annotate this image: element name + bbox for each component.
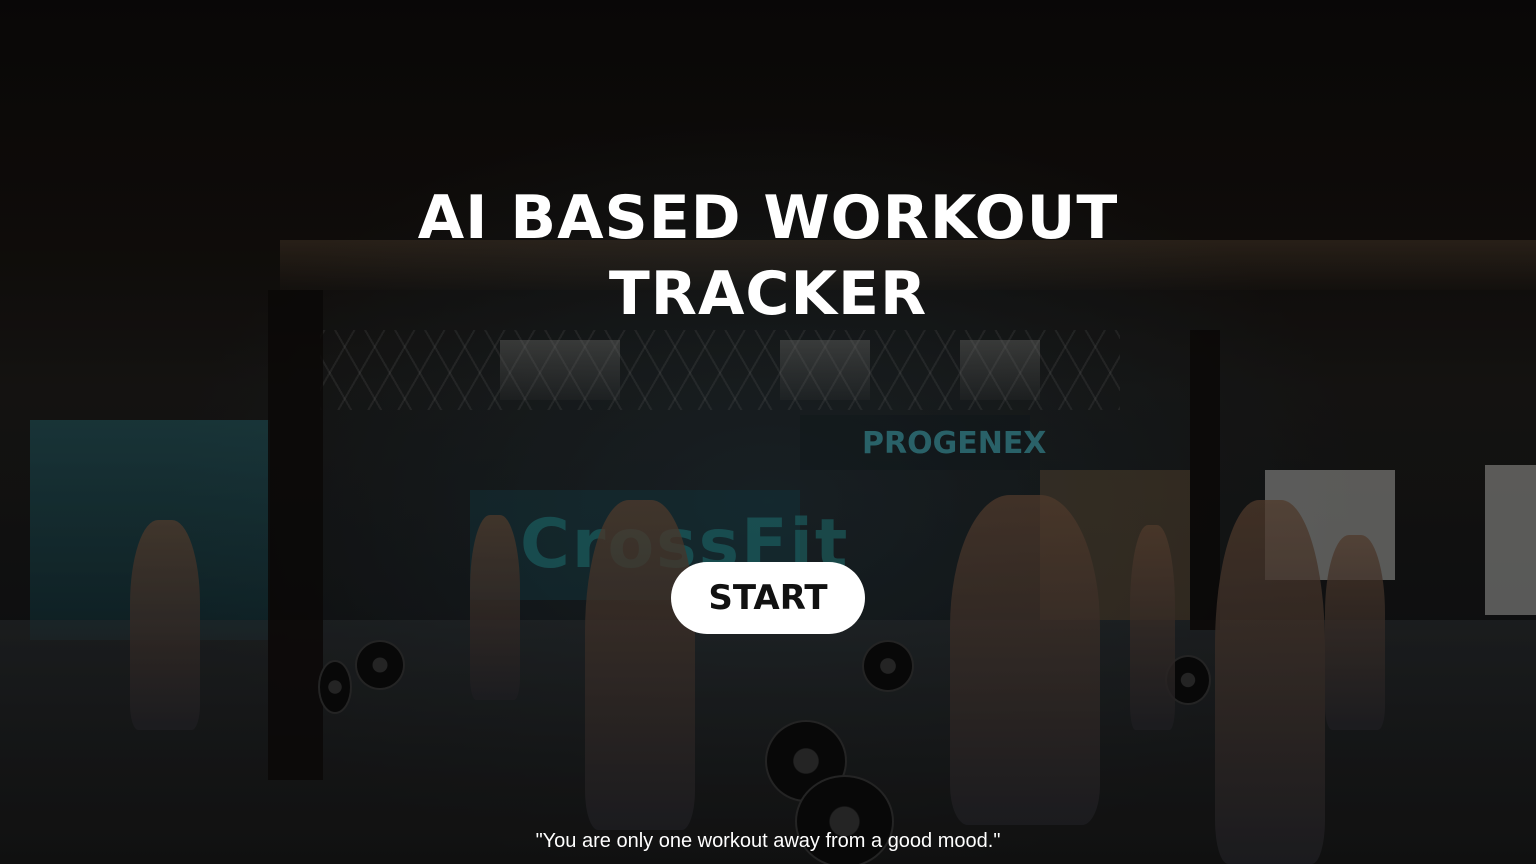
dark-overlay	[0, 0, 1536, 864]
gym-background-image: CrossFit PROGENEX	[0, 0, 1536, 864]
page-title-line-2: TRACKER	[608, 259, 928, 329]
page-title-line-1: AI BASED WORKOUT	[417, 183, 1119, 253]
hero-section: CrossFit PROGENEX AI BASED WORKOUT TRACK…	[0, 0, 1536, 864]
start-button[interactable]: START	[671, 562, 865, 634]
motivational-quote: "You are only one workout away from a go…	[535, 830, 1001, 852]
page-title: AI BASED WORKOUT TRACKER	[0, 180, 1536, 332]
